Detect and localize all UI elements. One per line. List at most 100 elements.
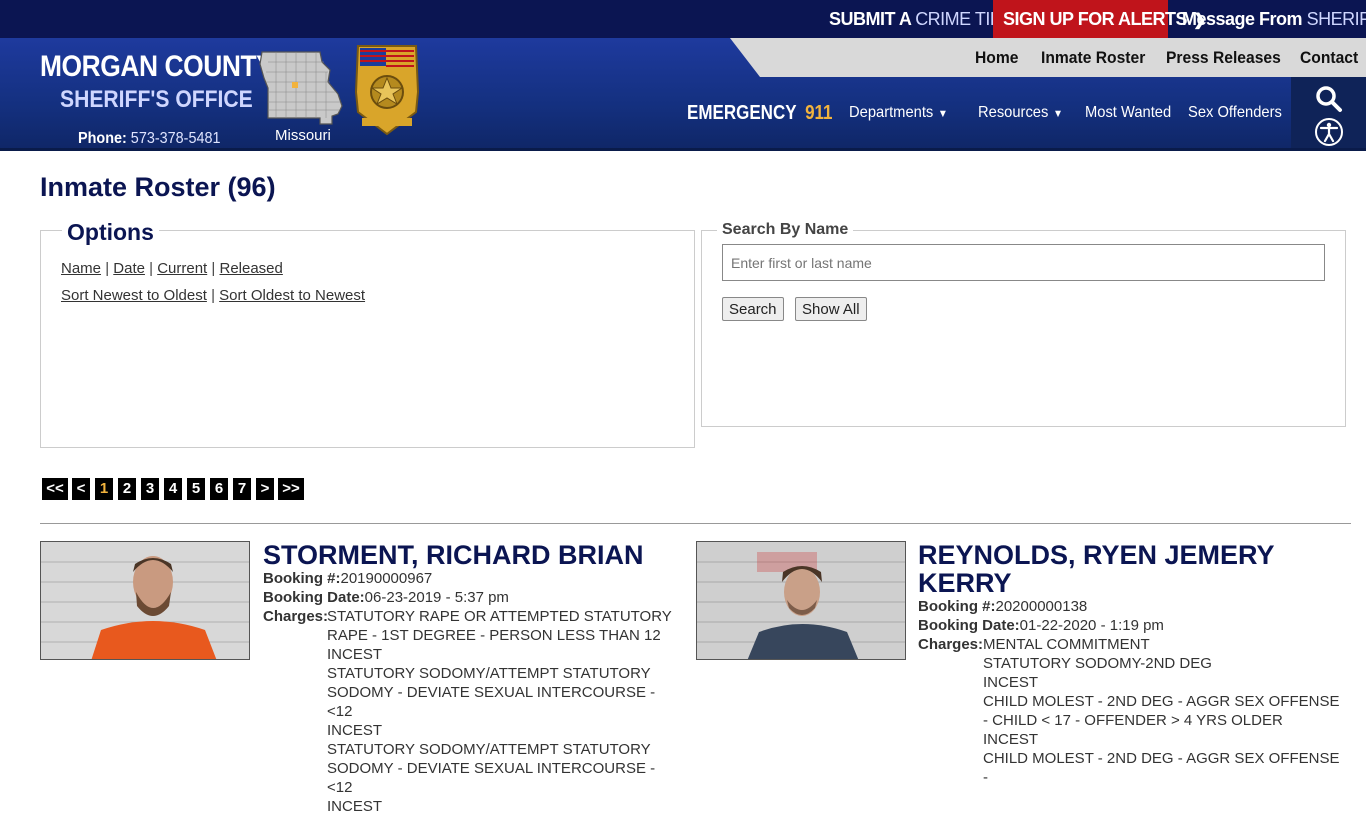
sign-up-alerts-link[interactable]: SIGN UP FOR ALERTS ❯	[993, 0, 1206, 38]
inmate-name[interactable]: REYNOLDS, RYEN JEMERY KERRY	[918, 541, 1338, 597]
nav-sex-offenders[interactable]: Sex Offenders	[1188, 104, 1282, 122]
emergency-label[interactable]: EMERGENCY 911	[687, 102, 832, 125]
nav-inmate-roster[interactable]: Inmate Roster	[1041, 38, 1145, 77]
nav-press-releases[interactable]: Press Releases	[1166, 38, 1281, 77]
charge-item: INCEST	[327, 722, 383, 739]
phone-value[interactable]: 573-378-5481	[131, 130, 221, 147]
booking-date-label: Booking Date:	[918, 617, 1020, 634]
sort-oldest-link[interactable]: Sort Oldest to Newest	[219, 287, 365, 304]
pager-page-1[interactable]: 1	[95, 478, 113, 500]
charges-label-row: Charges:	[263, 607, 328, 626]
inmate-photo[interactable]	[696, 541, 906, 660]
booking-number: Booking #:20190000967	[263, 569, 432, 588]
charge-item: INCEST	[327, 798, 383, 815]
charge-item: STATUTORY SODOMY/ATTEMPT STATUTORY SODOM…	[327, 665, 656, 720]
missouri-map-icon	[259, 51, 343, 125]
nav-contact[interactable]: Contact	[1300, 38, 1358, 77]
charges-label: Charges:	[263, 608, 329, 625]
pager-first[interactable]: <<	[42, 478, 68, 500]
order-links: Sort Newest to Oldest | Sort Oldest to N…	[61, 287, 365, 304]
pager-page-2[interactable]: 2	[118, 478, 136, 500]
charges-label-row: Charges:	[918, 635, 983, 654]
charge-item: STATUTORY SODOMY/ATTEMPT STATUTORY SODOM…	[327, 741, 656, 796]
search-legend: Search By Name	[717, 221, 854, 239]
charge-item: CHILD MOLEST - 2ND DEG - AGGR SEX OFFENS…	[983, 750, 1340, 786]
header-border	[0, 148, 1366, 151]
pager-page-5[interactable]: 5	[187, 478, 205, 500]
charge-item: STATUTORY RAPE OR ATTEMPTED STATUTORY RA…	[327, 608, 672, 644]
booking-number-label: Booking #:	[263, 570, 341, 587]
sort-name-link[interactable]: Name	[61, 260, 101, 277]
inmate-photo[interactable]	[40, 541, 250, 660]
page-title: Inmate Roster (96)	[40, 172, 276, 202]
booking-date: Booking Date:01-22-2020 - 1:19 pm	[918, 616, 1164, 635]
sort-links: Name | Date | Current | Released	[61, 260, 283, 277]
message-from-sheriff-link[interactable]: Message From SHERIFF❯	[1182, 0, 1366, 38]
filter-current-link[interactable]: Current	[157, 260, 207, 277]
separator: |	[105, 260, 110, 277]
booking-number: Booking #:20200000138	[918, 597, 1087, 616]
nav-most-wanted[interactable]: Most Wanted	[1085, 104, 1171, 122]
chevron-down-icon: ▼	[1052, 108, 1063, 120]
accessibility-icon[interactable]	[1314, 117, 1344, 147]
search-button[interactable]: Search	[722, 297, 784, 321]
emergency-text: EMERGENCY	[687, 102, 797, 124]
charge-item: STATUTORY SODOMY-2ND DEG	[983, 655, 1212, 672]
pager-page-4[interactable]: 4	[164, 478, 182, 500]
booking-number-value: 20200000138	[995, 598, 1088, 615]
mugshot-image	[41, 542, 249, 659]
separator: |	[149, 260, 154, 277]
nav-resources[interactable]: Resources ▼	[978, 104, 1063, 122]
state-label: Missouri	[275, 127, 331, 144]
booking-date-label: Booking Date:	[263, 589, 365, 606]
pager-page-7[interactable]: 7	[233, 478, 251, 500]
nav-home[interactable]: Home	[975, 38, 1018, 77]
search-icon[interactable]	[1315, 85, 1343, 113]
charge-item: INCEST	[327, 646, 383, 663]
pager-next[interactable]: >	[256, 478, 274, 500]
nav-resources-label: Resources	[978, 104, 1049, 121]
pager-prev[interactable]: <	[72, 478, 90, 500]
separator: |	[211, 287, 215, 304]
nav-departments-label: Departments	[849, 104, 934, 121]
phone-number: Phone: 573-378-5481	[78, 130, 220, 148]
booking-date-value: 01-22-2020 - 1:19 pm	[1019, 617, 1164, 634]
inmate-name[interactable]: STORMENT, RICHARD BRIAN	[263, 541, 663, 569]
pager-page-6[interactable]: 6	[210, 478, 228, 500]
booking-number-label: Booking #:	[918, 598, 996, 615]
phone-label: Phone:	[78, 130, 127, 147]
sort-date-link[interactable]: Date	[113, 260, 145, 277]
nav-departments[interactable]: Departments ▼	[849, 104, 948, 122]
sheriff-msg-light: SHERIFF	[1306, 9, 1366, 29]
booking-date-value: 06-23-2019 - 5:37 pm	[364, 589, 509, 606]
charge-item: INCEST	[983, 731, 1039, 748]
crime-tip-link[interactable]: SUBMIT A CRIME TIP❯	[829, 0, 1021, 38]
pager-page-3[interactable]: 3	[141, 478, 159, 500]
sort-newest-link[interactable]: Sort Newest to Oldest	[61, 287, 207, 304]
separator: |	[211, 260, 216, 277]
charges-list: MENTAL COMMITMENT STATUTORY SODOMY-2ND D…	[983, 635, 1345, 787]
booking-date: Booking Date:06-23-2019 - 5:37 pm	[263, 588, 509, 607]
sheriff-badge-icon	[354, 45, 420, 136]
brand-subtitle[interactable]: SHERIFF'S OFFICE	[60, 86, 253, 114]
booking-number-value: 20190000967	[340, 570, 433, 587]
options-legend: Options	[62, 219, 159, 246]
brand-title[interactable]: MORGAN COUNTY	[40, 50, 274, 84]
crime-tip-light: CRIME TIP	[915, 9, 1002, 29]
charges-label: Charges:	[918, 636, 984, 653]
pager-last[interactable]: >>	[278, 478, 304, 500]
charge-item: MENTAL COMMITMENT	[983, 636, 1150, 653]
crime-tip-bold: SUBMIT A	[829, 9, 911, 29]
charges-list: STATUTORY RAPE OR ATTEMPTED STATUTORY RA…	[327, 607, 682, 816]
charge-item: CHILD MOLEST - 2ND DEG - AGGR SEX OFFENS…	[983, 693, 1340, 729]
divider	[40, 523, 1351, 524]
search-name-input[interactable]	[722, 244, 1325, 281]
charge-item: INCEST	[983, 674, 1039, 691]
filter-released-link[interactable]: Released	[219, 260, 282, 277]
mugshot-image	[697, 542, 905, 659]
alerts-label: SIGN UP FOR ALERTS	[1003, 9, 1188, 29]
top-bar: SUBMIT A CRIME TIP❯ SIGN UP FOR ALERTS❯ …	[0, 0, 1366, 38]
tool-panel	[1291, 77, 1366, 151]
show-all-button[interactable]: Show All	[795, 297, 867, 321]
sheriff-msg-bold: Message From	[1182, 9, 1303, 29]
